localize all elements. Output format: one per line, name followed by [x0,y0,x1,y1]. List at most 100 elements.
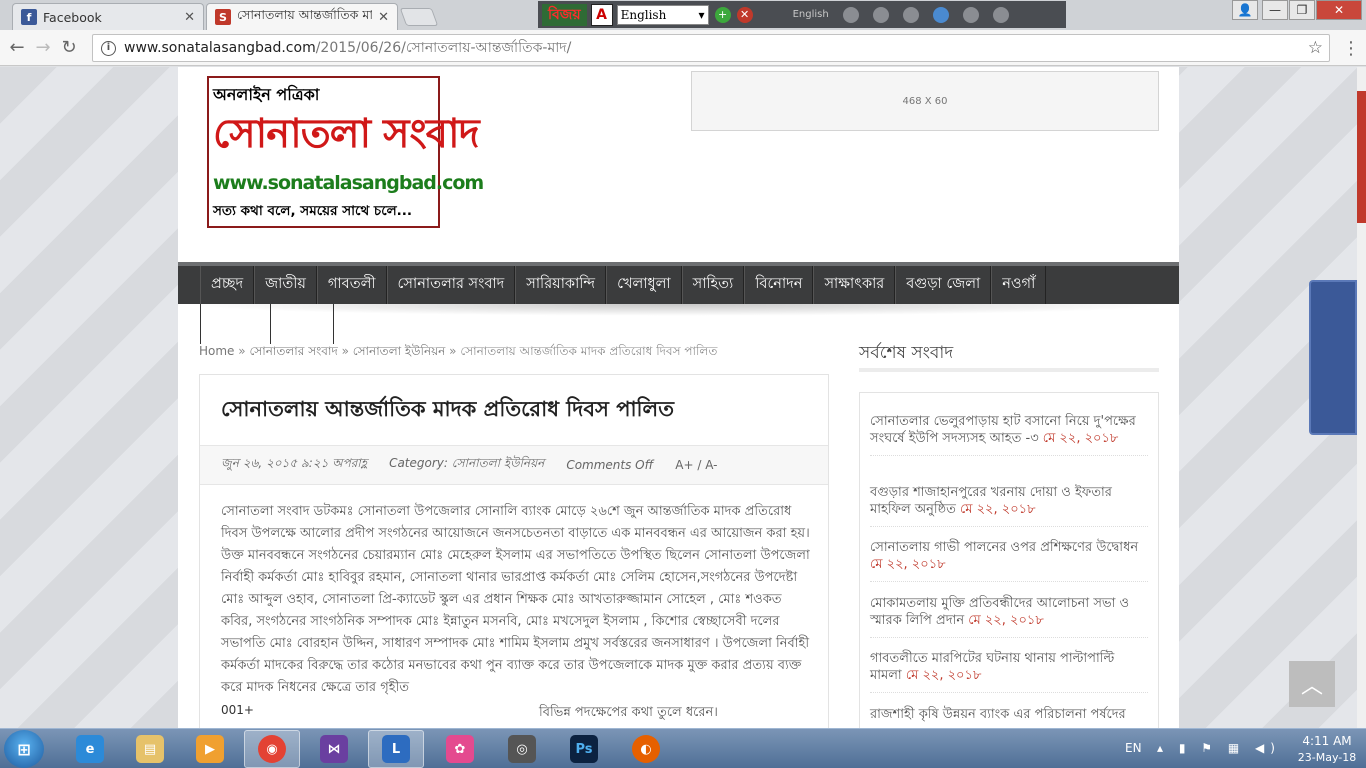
input-language[interactable]: EN [1125,741,1142,755]
scroll-to-top-button[interactable]: ︿ [1289,661,1335,707]
ie-taskbar-icon[interactable]: e [62,730,118,768]
menu-item-home[interactable]: প্রচ্ছদ [200,266,255,304]
forward-arrow-icon[interactable]: → [30,35,56,61]
camera-taskbar-icon[interactable]: ◎ [494,730,550,768]
vs-taskbar-icon[interactable]: ⋈ [306,730,362,768]
logo-domain: www.sonatalasangbad.com [213,172,484,194]
reload-icon[interactable]: ↻ [56,35,82,61]
tab-strip: f Facebook ✕ S সোনাতলায় আন্তর্জাতিক মা … [0,0,1366,30]
logo-name: সোনাতলা সংবাদ [213,111,480,157]
news-date: মে ২২, ২০১৮ [968,613,1044,628]
lync-taskbar-icon[interactable]: L [368,730,424,768]
language-select[interactable]: English ▾ [616,4,709,25]
gear-icon[interactable] [902,6,919,23]
user-profile-button[interactable]: 👤 [1232,0,1258,20]
flower-app-icon: ✿ [446,735,474,763]
url-host: www.sonatalasangbad.com [124,40,316,56]
news-item[interactable]: রাজশাহী কৃষি উন্নয়ন ব্যাংক এর পরিচালনা … [870,706,1148,728]
bijoy-logo[interactable]: বিজয় [542,3,587,26]
menu-item-naogaon[interactable]: নওগাঁ [991,266,1047,304]
minimize-button[interactable]: — [1262,0,1288,20]
start-button[interactable]: ⊞ [4,730,44,768]
sidebar-title: সর্বশেষ সংবাদ [859,343,954,363]
breadcrumb-home[interactable]: Home [199,344,234,358]
help-icon[interactable] [962,6,979,23]
page-scrollbar[interactable] [1357,67,1366,728]
info-icon[interactable]: i [101,40,116,56]
tab-article[interactable]: S সোনাতলায় আন্তর্জাতিক মা ✕ [206,3,398,30]
breadcrumb-current: সোনাতলায় আন্তর্জাতিক মাদক প্রতিরোধ দিবস… [460,344,718,358]
site-logo[interactable]: অনলাইন পত্রিকা সোনাতলা সংবাদ www.sonatal… [207,76,484,228]
folder-icon: ▤ [136,735,164,763]
ad-banner[interactable]: 468 X 60 [691,71,1159,131]
news-item[interactable]: মোকামতলায় মুক্তি প্রতিবন্ধীদের আলোচনা স… [870,595,1148,638]
news-headline[interactable]: সোনাতলায় গাভী পালনের ওপর প্রশিক্ষণের উদ… [870,540,1138,555]
new-tab-button[interactable] [399,8,439,26]
user-icon[interactable] [872,6,889,23]
menu-item-sariakandi[interactable]: সারিয়াকান্দি [515,266,607,304]
menu-shadow [178,304,1179,316]
firefox-taskbar-icon[interactable]: ◐ [618,730,674,768]
logo-slogan: সত্য কথা বলে, সময়ের সাথে চলে... [213,203,413,219]
news-date: মে ২২, ২০১৮ [870,557,946,572]
menu-divider-line [200,304,201,344]
breadcrumb-sonatala-news[interactable]: সোনাতলার সংবাদ [249,344,337,358]
news-headline[interactable]: রাজশাহী কৃষি উন্নয়ন ব্যাংক এর পরিচালনা … [870,707,1126,722]
media-taskbar-icon[interactable]: ▶ [182,730,238,768]
news-item[interactable]: বগুড়ার শাজাহানপুরের খরনায় দোয়া ও ইফতা… [870,484,1148,527]
bijoy-toolbar: বিজয় A English ▾ + ✕ English [538,1,1066,28]
breadcrumb-separator: » [238,344,246,358]
site-favicon-icon: S [215,9,231,25]
news-item[interactable]: গাবতলীতে মারপিটের ঘটনায় থানায় পাল্টাপা… [870,650,1148,693]
menu-item-bogura[interactable]: বগুড়া জেলা [895,266,992,304]
sidebar-divider [859,368,1159,372]
info-icon[interactable] [992,6,1009,23]
back-arrow-icon[interactable]: ← [4,35,30,61]
main-menu: প্রচ্ছদ জাতীয় গাবতলী সোনাতলার সংবাদ সার… [178,262,1179,304]
broken-image-icon: 001+ [221,703,254,717]
breadcrumb-sonatala-union[interactable]: সোনাতলা ইউনিয়ন [353,344,446,358]
close-tab-icon[interactable]: ✕ [184,10,195,25]
chrome-taskbar-icon[interactable]: ◉ [244,730,300,768]
menu-item-interview[interactable]: সাক্ষাৎকার [813,266,896,304]
news-date: মে ২২, ২০১৮ [959,502,1036,517]
tools-icon[interactable]: ✕ [736,6,753,23]
news-date: মে ২২, ২০১৮ [1042,431,1119,446]
menu-divider-line [333,304,334,344]
close-window-button[interactable]: ✕ [1316,0,1362,20]
menu-item-gabtali[interactable]: গাবতলী [316,266,387,304]
menu-item-national[interactable]: জাতীয় [254,266,317,304]
menu-item-sports[interactable]: খেলাধুলা [606,266,682,304]
paint-taskbar-icon[interactable]: ✿ [432,730,488,768]
url-input[interactable]: i www.sonatalasangbad.com /2015/06/26/সো… [92,34,1330,62]
plus-icon[interactable]: + [714,6,731,23]
scrollbar-thumb[interactable] [1357,91,1366,223]
menu-dots-icon[interactable]: ⋮ [1338,35,1364,61]
news-item[interactable]: সোনাতলার ভেলুরপাড়ায় হাট বসানো নিয়ে দু… [870,413,1148,456]
clock-date[interactable]: 23-May-18 [1287,751,1366,764]
article-category[interactable]: Category: সোনাতলা ইউনিয়ন [389,455,544,475]
dash-icon[interactable] [842,6,859,23]
firefox-icon: ◐ [632,735,660,763]
clock-time[interactable]: 4:11 AM [1287,734,1366,748]
tab-facebook[interactable]: f Facebook ✕ [12,3,204,30]
tray-icons[interactable]: ▴ ▮ ⚑ ▦ ◀) [1157,741,1281,755]
news-item[interactable]: সোনাতলায় গাভী পালনের ওপর প্রশিক্ষণের উদ… [870,539,1148,582]
menu-item-literature[interactable]: সাহিত্য [681,266,745,304]
photoshop-taskbar-icon[interactable]: Ps [556,730,612,768]
maximize-button[interactable]: ❐ [1289,0,1315,20]
windows-taskbar: ⊞ e ▤ ▶ ◉ ⋈ L ✿ ◎ Ps ◐ EN ▴ ▮ ⚑ ▦ ◀) 4:1… [0,728,1366,768]
ie-icon[interactable] [932,6,949,23]
bookmark-star-icon[interactable]: ☆ [1308,38,1323,58]
close-tab-icon[interactable]: ✕ [378,10,389,25]
menu-item-sonatala-news[interactable]: সোনাতলার সংবাদ [386,266,516,304]
font-size-toggle[interactable]: A+ / A- [675,458,717,472]
explorer-taskbar-icon[interactable]: ▤ [122,730,178,768]
bijoy-keyboard-icon[interactable]: A [590,3,613,26]
article-date: জুন ২৬, ২০১৫ ৯:২১ অপরাহ্ণ [221,456,368,470]
tab-title: Facebook [43,9,102,25]
facebook-like-tab[interactable]: facebook [1309,211,1366,435]
media-player-icon: ▶ [196,735,224,763]
menu-item-entertainment[interactable]: বিনোদন [744,266,814,304]
article-title: সোনাতলায় আন্তর্জাতিক মাদক প্রতিরোধ দিবস… [221,397,674,421]
